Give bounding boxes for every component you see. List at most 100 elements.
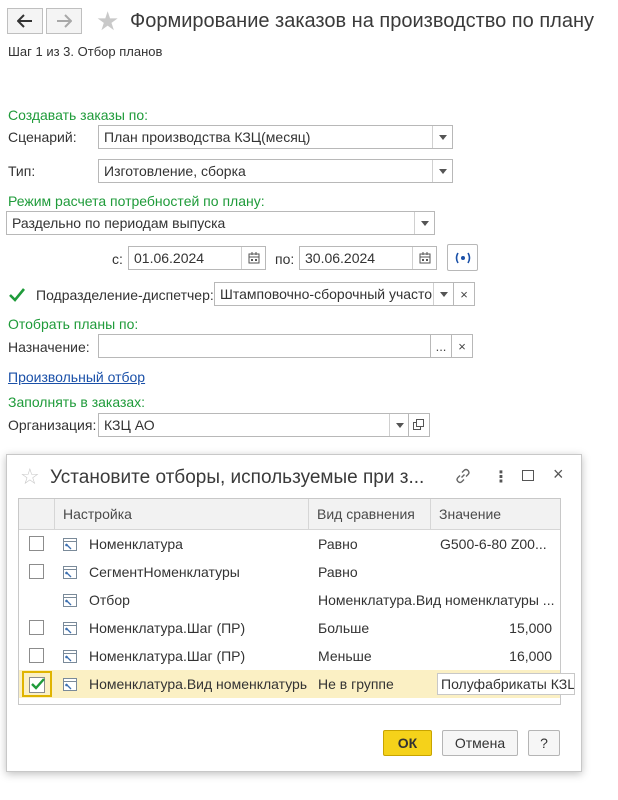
section-fill-in-orders: Заполнять в заказах: [8,394,146,410]
field-icon [63,594,77,607]
row-value-editor[interactable]: Полуфабрикаты КЗЦ [437,673,575,695]
row-checkbox[interactable] [22,671,52,697]
date-from-field[interactable]: 01.06.2024 [128,246,266,270]
filter-table: Настройка Вид сравнения Значение Номенкл… [18,498,575,705]
scenario-field[interactable]: План производства КЗЦ(месяц) [98,125,453,149]
row-checkbox[interactable] [29,564,44,579]
purpose-select-button[interactable]: ... [430,334,452,358]
organization-label: Организация: [8,417,97,433]
column-header-value[interactable]: Значение [431,499,560,530]
page-title: Формирование заказов на производство по … [130,10,594,32]
row-comparison: Номенклатура.Вид номенклатуры ... [318,592,555,608]
organization-dropdown-button[interactable] [389,414,409,436]
dispatcher-dropdown-button[interactable] [433,283,453,305]
date-from-calendar-button[interactable] [241,247,265,269]
row-setting: Номенклатура.Шаг (ПР) [89,648,246,664]
row-checkbox[interactable] [29,536,44,551]
date-to-calendar-button[interactable] [412,247,436,269]
scenario-dropdown-button[interactable] [432,126,452,148]
more-actions-icon[interactable]: ⋮ [493,467,509,487]
calendar-icon [419,252,430,264]
row-setting: СегментНоменклатуры [89,564,240,580]
forward-button[interactable] [46,8,82,34]
type-label: Тип: [8,163,36,179]
date-to-value: 30.06.2024 [305,250,376,266]
purpose-clear-button[interactable]: × [451,334,473,358]
column-header-check [19,499,55,530]
maximize-icon[interactable] [522,470,534,481]
date-from-label: с: [112,251,123,267]
chevron-down-icon [438,134,447,140]
dispatcher-clear-button[interactable]: × [453,282,475,306]
link-icon[interactable] [455,468,471,487]
chevron-down-icon [438,168,447,174]
purpose-label: Назначение: [8,339,90,355]
chevron-down-icon [420,220,429,226]
arrow-right-icon [57,14,72,28]
row-setting: Номенклатура.Вид номенклатуры [89,676,307,692]
date-to-label: по: [275,251,295,267]
period-selector-icon [455,252,470,263]
table-row[interactable]: Номенклатура.Шаг (ПР) Больше 15,000 [19,614,560,642]
calc-mode-field[interactable]: Раздельно по периодам выпуска [6,211,435,235]
help-button[interactable]: ? [528,730,560,756]
close-icon: × [460,286,468,302]
scenario-value: План производства КЗЦ(месяц) [104,129,311,145]
dialog-title: Установите отборы, используемые при з... [50,467,425,488]
section-create-orders-by: Создавать заказы по: [8,107,149,123]
scenario-label: Сценарий: [8,129,77,145]
favorite-star-icon[interactable]: ★ [96,8,119,34]
dispatcher-field[interactable]: Штамповочно-сборочный участок [214,282,454,306]
type-field[interactable]: Изготовление, сборка [98,159,453,183]
organization-value: КЗЦ АО [104,417,155,433]
row-comparison: Равно [318,536,358,552]
calc-mode-dropdown-button[interactable] [414,212,434,234]
close-icon: × [458,338,466,354]
table-row[interactable]: Номенклатура Равно G500-6-80 Z00... [19,530,560,558]
type-value: Изготовление, сборка [104,163,246,179]
period-select-button[interactable] [447,244,478,271]
back-button[interactable] [7,8,43,34]
chevron-down-icon [439,291,448,297]
organization-open-button[interactable] [408,413,430,437]
close-dialog-icon[interactable]: × [553,464,564,485]
chevron-down-icon [395,422,404,428]
cancel-button[interactable]: Отмена [442,730,518,756]
row-comparison: Не в группе [318,676,394,692]
table-row[interactable]: Отбор Номенклатура.Вид номенклатуры ... [19,586,560,614]
calendar-icon [248,252,259,264]
purpose-field[interactable] [98,334,432,358]
row-comparison: Меньше [318,648,372,664]
table-row[interactable]: СегментНоменклатуры Равно [19,558,560,586]
dispatcher-value: Штамповочно-сборочный участок [220,286,439,302]
dialog-favorite-star-icon[interactable]: ☆ [20,466,40,488]
checkmark-icon [9,288,26,302]
checkmark-icon [31,678,45,690]
more-icon: ... [435,338,447,354]
ok-button[interactable]: ОК [383,730,432,756]
field-icon [63,538,77,551]
row-setting: Номенклатура [89,536,183,552]
field-icon [63,678,77,691]
column-header-setting[interactable]: Настройка [55,499,309,530]
row-setting: Номенклатура.Шаг (ПР) [89,620,246,636]
row-checkbox[interactable] [29,620,44,635]
field-icon [63,622,77,635]
table-row-selected[interactable]: Номенклатура.Вид номенклатуры Не в групп… [19,670,575,698]
date-from-value: 01.06.2024 [134,250,205,266]
custom-filter-link[interactable]: Произвольный отбор [8,368,145,386]
row-value: 16,000 [509,648,552,664]
row-value: G500-6-80 Z00... [440,536,547,552]
row-comparison: Равно [318,564,358,580]
table-row[interactable]: Номенклатура.Шаг (ПР) Меньше 16,000 [19,642,560,670]
column-header-comparison[interactable]: Вид сравнения [309,499,431,530]
field-icon [63,650,77,663]
row-setting: Отбор [89,592,130,608]
organization-field[interactable]: КЗЦ АО [98,413,410,437]
dispatcher-checkbox[interactable] [8,286,26,304]
step-indicator: Шаг 1 из 3. Отбор планов [8,44,163,59]
open-copy-icon [413,419,424,430]
type-dropdown-button[interactable] [432,160,452,182]
row-checkbox[interactable] [29,648,44,663]
date-to-field[interactable]: 30.06.2024 [299,246,437,270]
